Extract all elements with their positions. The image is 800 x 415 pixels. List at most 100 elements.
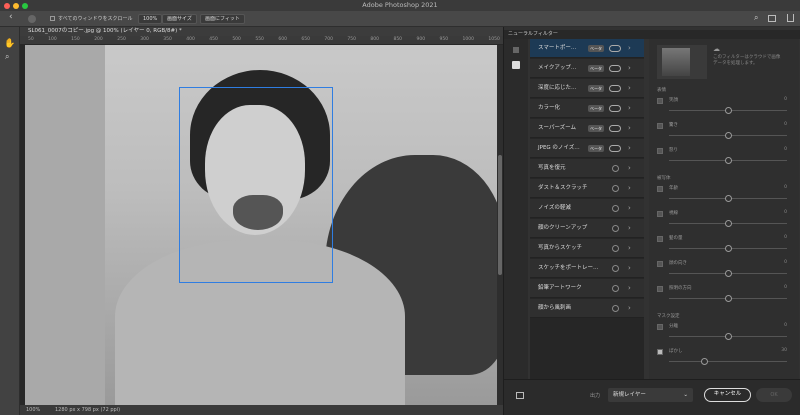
slider-checkbox[interactable]	[657, 261, 663, 267]
slider-checkbox[interactable]	[657, 123, 663, 129]
slider-checkbox[interactable]	[657, 349, 663, 355]
filter-item[interactable]: 顔のクリーンアップ ›	[530, 219, 644, 238]
chevron-right-icon[interactable]: ›	[628, 199, 631, 218]
chevron-right-icon[interactable]: ›	[628, 179, 631, 198]
slider-value[interactable]: 0	[784, 235, 787, 240]
chevron-right-icon[interactable]: ›	[628, 79, 631, 98]
slider-knob[interactable]	[725, 245, 732, 252]
photo-canvas[interactable]	[25, 45, 497, 405]
face-thumbnail[interactable]	[662, 48, 690, 76]
slider-value[interactable]: 0	[784, 122, 787, 127]
preview-toggle-icon[interactable]	[516, 392, 524, 399]
chevron-right-icon[interactable]: ›	[628, 159, 631, 178]
slider-knob[interactable]	[725, 295, 732, 302]
filter-item[interactable]: スーパーズーム ベータ ›	[530, 119, 644, 138]
filter-toggle[interactable]	[609, 85, 621, 92]
slider-label: ぼかし	[669, 349, 683, 354]
zoom-tool-icon[interactable]: ⌕	[5, 52, 9, 62]
zoom-level[interactable]: 100%	[26, 405, 40, 415]
download-icon[interactable]	[612, 285, 619, 292]
slider-knob[interactable]	[725, 107, 732, 114]
download-icon[interactable]	[612, 205, 619, 212]
zoom-window-button[interactable]	[22, 3, 28, 9]
slider-checkbox[interactable]	[657, 211, 663, 217]
back-icon[interactable]: ‹	[9, 12, 13, 22]
chevron-right-icon[interactable]: ›	[628, 239, 631, 258]
slider-knob[interactable]	[725, 270, 732, 277]
filter-toggle[interactable]	[609, 65, 621, 72]
slider-knob[interactable]	[725, 132, 732, 139]
download-icon[interactable]	[612, 165, 619, 172]
minimize-window-button[interactable]	[13, 3, 19, 9]
download-icon[interactable]	[612, 305, 619, 312]
fill-screen-button[interactable]: 画面にフィット	[200, 14, 245, 24]
filter-item[interactable]: ノイズの軽減 ›	[530, 199, 644, 218]
filter-item[interactable]: 深度に応じた… ベータ ›	[530, 79, 644, 98]
chevron-right-icon[interactable]: ›	[628, 119, 631, 138]
chevron-right-icon[interactable]: ›	[628, 39, 631, 58]
download-icon[interactable]	[612, 225, 619, 232]
slider-checkbox[interactable]	[657, 286, 663, 292]
fit-screen-button[interactable]: 画面サイズ	[162, 14, 197, 24]
search-icon[interactable]: ⌕	[754, 13, 758, 23]
slider-knob[interactable]	[725, 157, 732, 164]
slider-checkbox[interactable]	[657, 186, 663, 192]
chevron-right-icon[interactable]: ›	[628, 219, 631, 238]
filter-item[interactable]: ダスト＆スクラッチ ›	[530, 179, 644, 198]
filter-item[interactable]: 鉛筆アートワーク ›	[530, 279, 644, 298]
download-icon[interactable]	[612, 265, 619, 272]
slider-knob[interactable]	[725, 333, 732, 340]
chevron-right-icon[interactable]: ›	[628, 99, 631, 118]
scroll-all-checkbox[interactable]	[50, 16, 55, 21]
filter-item[interactable]: 写真からスケッチ ›	[530, 239, 644, 258]
options-bar: ‹ すべてのウィンドウをスクロール 100% 画面サイズ 画面にフィット ⌕	[0, 11, 800, 27]
slider-checkbox[interactable]	[657, 236, 663, 242]
slider-value[interactable]: 0	[784, 185, 787, 190]
slider-value[interactable]: 0	[784, 285, 787, 290]
slider-value[interactable]: 0	[784, 260, 787, 265]
all-filters-icon[interactable]	[513, 47, 519, 53]
share-icon[interactable]	[787, 14, 794, 22]
document-tab[interactable]: SL061_0007のコピー.jpg @ 100% (レイヤー 0, RGB/8…	[20, 27, 503, 36]
hand-tool-icon	[28, 15, 36, 23]
filter-item[interactable]: スケッチをポートレー… ›	[530, 259, 644, 278]
slider-value[interactable]: 30	[781, 348, 787, 353]
output-select[interactable]: 新規レイヤー ⌄	[608, 388, 693, 402]
slider-value[interactable]: 0	[784, 97, 787, 102]
chevron-right-icon[interactable]: ›	[628, 139, 631, 158]
filter-toggle[interactable]	[609, 45, 621, 52]
filter-item[interactable]: 写真を復元 ›	[530, 159, 644, 178]
chevron-right-icon[interactable]: ›	[628, 279, 631, 298]
filter-item[interactable]: メイクアップ… ベータ ›	[530, 59, 644, 78]
hand-tool-icon[interactable]: ✋	[4, 39, 15, 49]
close-window-button[interactable]	[4, 3, 10, 9]
workspace-icon[interactable]	[768, 15, 776, 22]
filter-item[interactable]: スマートポー… ベータ ›	[530, 39, 644, 58]
slider-knob[interactable]	[725, 220, 732, 227]
slider-checkbox[interactable]	[657, 148, 663, 154]
slider-track[interactable]	[669, 361, 787, 362]
filter-item[interactable]: 顔から風刺画 ›	[530, 299, 644, 318]
download-icon[interactable]	[612, 245, 619, 252]
download-icon[interactable]	[612, 185, 619, 192]
filter-item[interactable]: JPEG のノイズ… ベータ ›	[530, 139, 644, 158]
slider-value[interactable]: 0	[784, 147, 787, 152]
filter-item[interactable]: カラー化 ベータ ›	[530, 99, 644, 118]
slider-checkbox[interactable]	[657, 324, 663, 330]
ok-button[interactable]: OK	[756, 388, 792, 402]
cancel-button[interactable]: キャンセル	[704, 388, 751, 402]
beta-filters-icon[interactable]	[512, 61, 520, 69]
slider-value[interactable]: 0	[784, 210, 787, 215]
zoom-100-button[interactable]: 100%	[138, 14, 163, 24]
slider-knob[interactable]	[725, 195, 732, 202]
filter-toggle[interactable]	[609, 105, 621, 112]
slider-value[interactable]: 0	[784, 323, 787, 328]
chevron-right-icon[interactable]: ›	[628, 299, 631, 318]
filter-toggle[interactable]	[609, 145, 621, 152]
slider-knob[interactable]	[701, 358, 709, 365]
filter-toggle[interactable]	[609, 125, 621, 132]
slider-checkbox[interactable]	[657, 98, 663, 104]
filter-label: JPEG のノイズ…	[538, 145, 580, 151]
chevron-right-icon[interactable]: ›	[628, 59, 631, 78]
chevron-right-icon[interactable]: ›	[628, 259, 631, 278]
